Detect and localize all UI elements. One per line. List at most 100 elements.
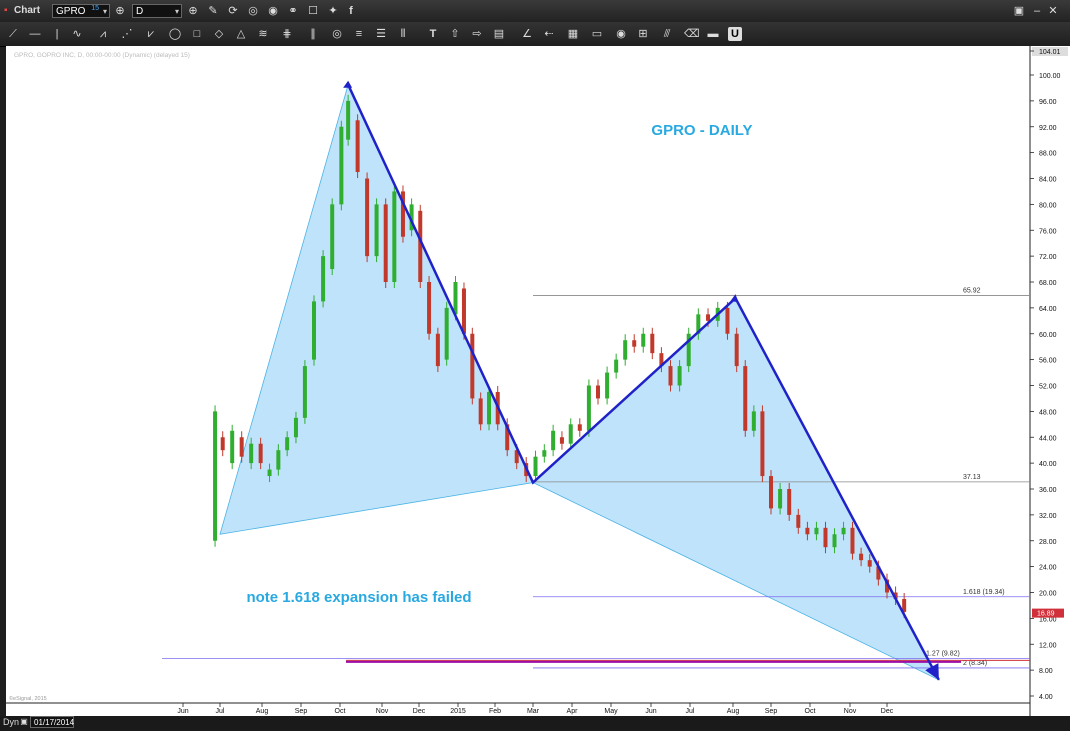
fib-retrace-icon[interactable]: ≡: [352, 27, 366, 41]
link-icon[interactable]: ⚭: [286, 4, 300, 18]
hatch-tool-icon[interactable]: ⫻: [660, 27, 674, 41]
candle-body: [453, 282, 458, 315]
diamond-tool-icon[interactable]: ◇: [212, 27, 226, 41]
elliott-tool-icon[interactable]: ⩘: [96, 27, 110, 41]
chart-info-line: GPRO, GOPRO INC, D, 00:00-00:00 (Dynamic…: [14, 52, 190, 59]
zoom-tool-icon[interactable]: ⊞: [636, 27, 650, 41]
minimize-icon[interactable]: –: [1030, 4, 1044, 18]
triangle-tool-icon[interactable]: △: [234, 27, 248, 41]
drawing-toolbar: ⟋ — | ∿ ⩘ ⋰ ⩗ ◯ □ ◇ △ ≋ ⋕ ∥ ◎ ≡ ☰ ⦀ T ⇧ …: [0, 22, 1070, 47]
gann-tool-icon[interactable]: ⋕: [280, 27, 294, 41]
magnet-tool-icon[interactable]: U: [728, 27, 742, 41]
interval-search-icon[interactable]: ⊕: [186, 4, 200, 18]
candle-body: [533, 456, 538, 477]
symbol-input[interactable]: GPRO 15 ▾: [52, 4, 110, 18]
chart-title: GPRO - DAILY: [651, 122, 752, 139]
pen-icon[interactable]: ✎: [206, 4, 220, 18]
price-axis-label: 104.01: [1039, 49, 1061, 56]
window-menu-icon[interactable]: ▣: [1012, 4, 1026, 18]
candle-body: [220, 437, 225, 451]
time-axis-label: Dec: [881, 708, 894, 715]
candle-body: [551, 430, 556, 451]
eraser-tool-icon[interactable]: ⌫: [684, 27, 700, 41]
mode-label[interactable]: Dyn: [3, 717, 19, 727]
facebook-icon[interactable]: f: [344, 4, 358, 18]
candle-body: [470, 333, 475, 399]
fan-tool-icon[interactable]: ⩗: [144, 27, 158, 41]
symbol-superscript: 15: [91, 5, 99, 12]
candle-body: [787, 489, 792, 515]
time-axis-label: Oct: [335, 708, 346, 715]
angle-tool-icon[interactable]: ∠: [520, 27, 534, 41]
circle-tool-icon[interactable]: ◎: [330, 27, 344, 41]
time-axis-label: Sep: [295, 708, 308, 715]
rectangle-tool-icon[interactable]: □: [190, 27, 204, 41]
candle-body: [374, 204, 379, 257]
chart-area[interactable]: 65.92 37.13 1.618 (19.34) 1.27 (9.82) 2 (8.3…: [6, 46, 1070, 716]
fib-level-label: 2 (8.34): [963, 660, 987, 667]
window-titlebar: ▪ Chart GPRO 15 ▾ ⊕ D ▾ ⊕ ✎ ⟳ ◎ ◉ ⚭ ☐ ✦ …: [0, 0, 1070, 23]
copyright-text: ©eSignal, 2015: [9, 695, 47, 702]
horizontal-line-icon[interactable]: —: [28, 27, 42, 41]
time-axis-label: Oct: [805, 708, 816, 715]
candle-body: [321, 256, 326, 302]
refresh-icon[interactable]: ⟳: [226, 4, 240, 18]
candle-body: [760, 411, 765, 477]
candle-body: [614, 359, 619, 373]
candle-body: [596, 385, 600, 399]
price-axis-label: 100.00: [1039, 73, 1061, 80]
candle-body: [859, 553, 864, 561]
arrow-back-tool-icon[interactable]: ⇠: [542, 27, 556, 41]
candle-body: [230, 430, 235, 464]
price-axis-label: 36.00: [1039, 487, 1057, 494]
vertical-line-icon[interactable]: |: [50, 27, 64, 41]
symbol-search-icon[interactable]: ⊕: [113, 4, 127, 18]
comment-icon[interactable]: ☐: [306, 4, 320, 18]
text-tool-icon[interactable]: T: [426, 27, 440, 41]
candle-body: [568, 424, 573, 444]
arrow-right-tool-icon[interactable]: ⇨: [470, 27, 484, 41]
reset-icon[interactable]: ◉: [266, 4, 280, 18]
ellipse-tool-icon[interactable]: ◯: [168, 27, 182, 41]
label-tool-icon[interactable]: ▤: [492, 27, 506, 41]
candle-body: [418, 210, 423, 282]
eye-tool-icon[interactable]: ◉: [614, 27, 628, 41]
candle-body: [346, 100, 351, 140]
chat-tool-icon[interactable]: ▬: [706, 27, 720, 41]
candle-body: [632, 340, 637, 347]
candle-body: [605, 372, 610, 399]
interval-input[interactable]: D ▾: [132, 4, 182, 18]
start-date-field[interactable]: 01/17/2014: [30, 716, 74, 728]
price-axis-label: 56.00: [1039, 358, 1057, 365]
twitter-icon[interactable]: ✦: [326, 4, 340, 18]
wave-tool-icon[interactable]: ∿: [70, 27, 84, 41]
candle-body: [650, 333, 655, 354]
arrow-up-tool-icon[interactable]: ⇧: [448, 27, 462, 41]
line-tool-icon[interactable]: ⟋: [6, 27, 20, 41]
symbol-dropdown-icon[interactable]: ▾: [103, 5, 107, 19]
channel-tool-icon[interactable]: ≋: [256, 27, 270, 41]
last-price-label: 16.89: [1037, 611, 1055, 618]
interval-dropdown-icon[interactable]: ▾: [175, 5, 179, 19]
candle-body: [355, 120, 360, 173]
candle-body: [641, 333, 646, 347]
fib-extension-icon[interactable]: ☰: [374, 27, 388, 41]
price-axis-label: 28.00: [1039, 539, 1057, 546]
candle-body: [435, 333, 440, 367]
grid-tool-icon[interactable]: ▦: [566, 27, 580, 41]
candle-body: [478, 398, 483, 425]
close-icon[interactable]: ✕: [1046, 4, 1060, 18]
price-axis-label: 64.00: [1039, 306, 1057, 313]
parallel-lines-icon[interactable]: ∥: [306, 27, 320, 41]
candle-body: [383, 204, 388, 282]
box-tool-icon[interactable]: ▭: [590, 27, 604, 41]
candle-body: [841, 527, 846, 535]
chart-svg[interactable]: 65.92 37.13 1.618 (19.34) 1.27 (9.82)2 (8.3…: [6, 46, 1070, 716]
candle-body: [734, 333, 739, 367]
target-icon[interactable]: ◎: [246, 4, 260, 18]
candle-body: [302, 366, 307, 418]
fib-timezone-icon[interactable]: ⦀: [396, 27, 410, 41]
mode-toggle-icon[interactable]: ▣: [19, 716, 29, 728]
price-axis-label: 40.00: [1039, 461, 1057, 468]
pattern-tool-icon[interactable]: ⋰: [120, 27, 134, 41]
